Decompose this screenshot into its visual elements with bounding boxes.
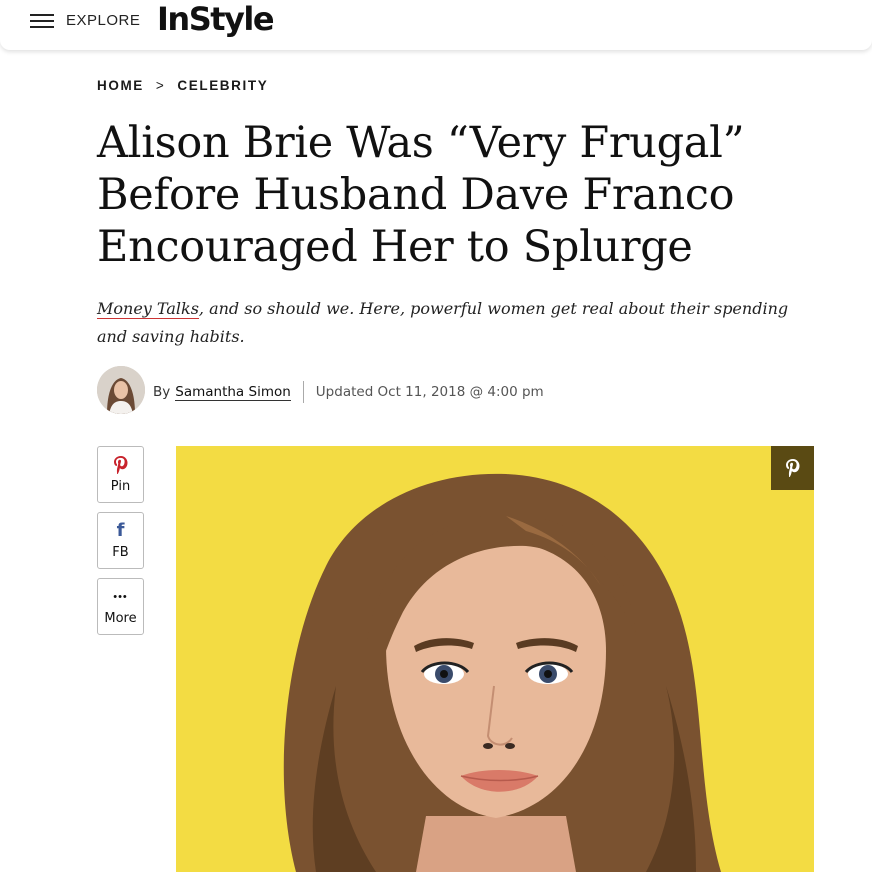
pinterest-icon xyxy=(785,459,799,477)
article-dek: Money Talks, and so should we. Here, pow… xyxy=(97,295,797,351)
explore-link[interactable]: EXPLORE xyxy=(66,12,140,29)
dek-text: , and so should we. Here, powerful women… xyxy=(97,299,789,346)
pinterest-icon xyxy=(98,455,143,475)
byline-prefix: By xyxy=(153,384,171,400)
money-talks-link[interactable]: Money Talks xyxy=(97,299,199,319)
byline-divider xyxy=(302,381,304,403)
breadcrumb-celebrity[interactable]: CELEBRITY xyxy=(177,78,268,93)
hero-illustration xyxy=(176,446,814,872)
author-link[interactable]: Samantha Simon xyxy=(175,384,291,401)
breadcrumb-home[interactable]: HOME xyxy=(97,78,144,93)
facebook-icon: f xyxy=(116,520,125,541)
hero-pin-button[interactable] xyxy=(771,446,814,490)
pin-label: Pin xyxy=(110,479,131,494)
pin-share-button[interactable]: Pin xyxy=(97,446,144,503)
breadcrumb: HOME > CELEBRITY xyxy=(97,78,268,93)
article-headline: Alison Brie Was “Very Frugal” Before Hus… xyxy=(97,118,745,272)
breadcrumb-separator-icon: > xyxy=(155,78,166,93)
more-share-button[interactable]: ••• More xyxy=(97,578,144,635)
site-logo[interactable]: InStyle xyxy=(157,0,275,38)
site-header: EXPLORE InStyle xyxy=(0,0,872,50)
fb-label: FB xyxy=(112,545,129,560)
updated-timestamp: Updated Oct 11, 2018 @ 4:00 pm xyxy=(315,384,544,400)
more-dots-icon: ••• xyxy=(113,591,128,603)
byline: By Samantha Simon Updated Oct 11, 2018 @… xyxy=(153,381,544,403)
more-label: More xyxy=(104,611,137,626)
facebook-share-button[interactable]: f FB xyxy=(97,512,144,569)
hamburger-menu-icon[interactable] xyxy=(30,11,54,31)
author-avatar[interactable] xyxy=(97,366,145,414)
